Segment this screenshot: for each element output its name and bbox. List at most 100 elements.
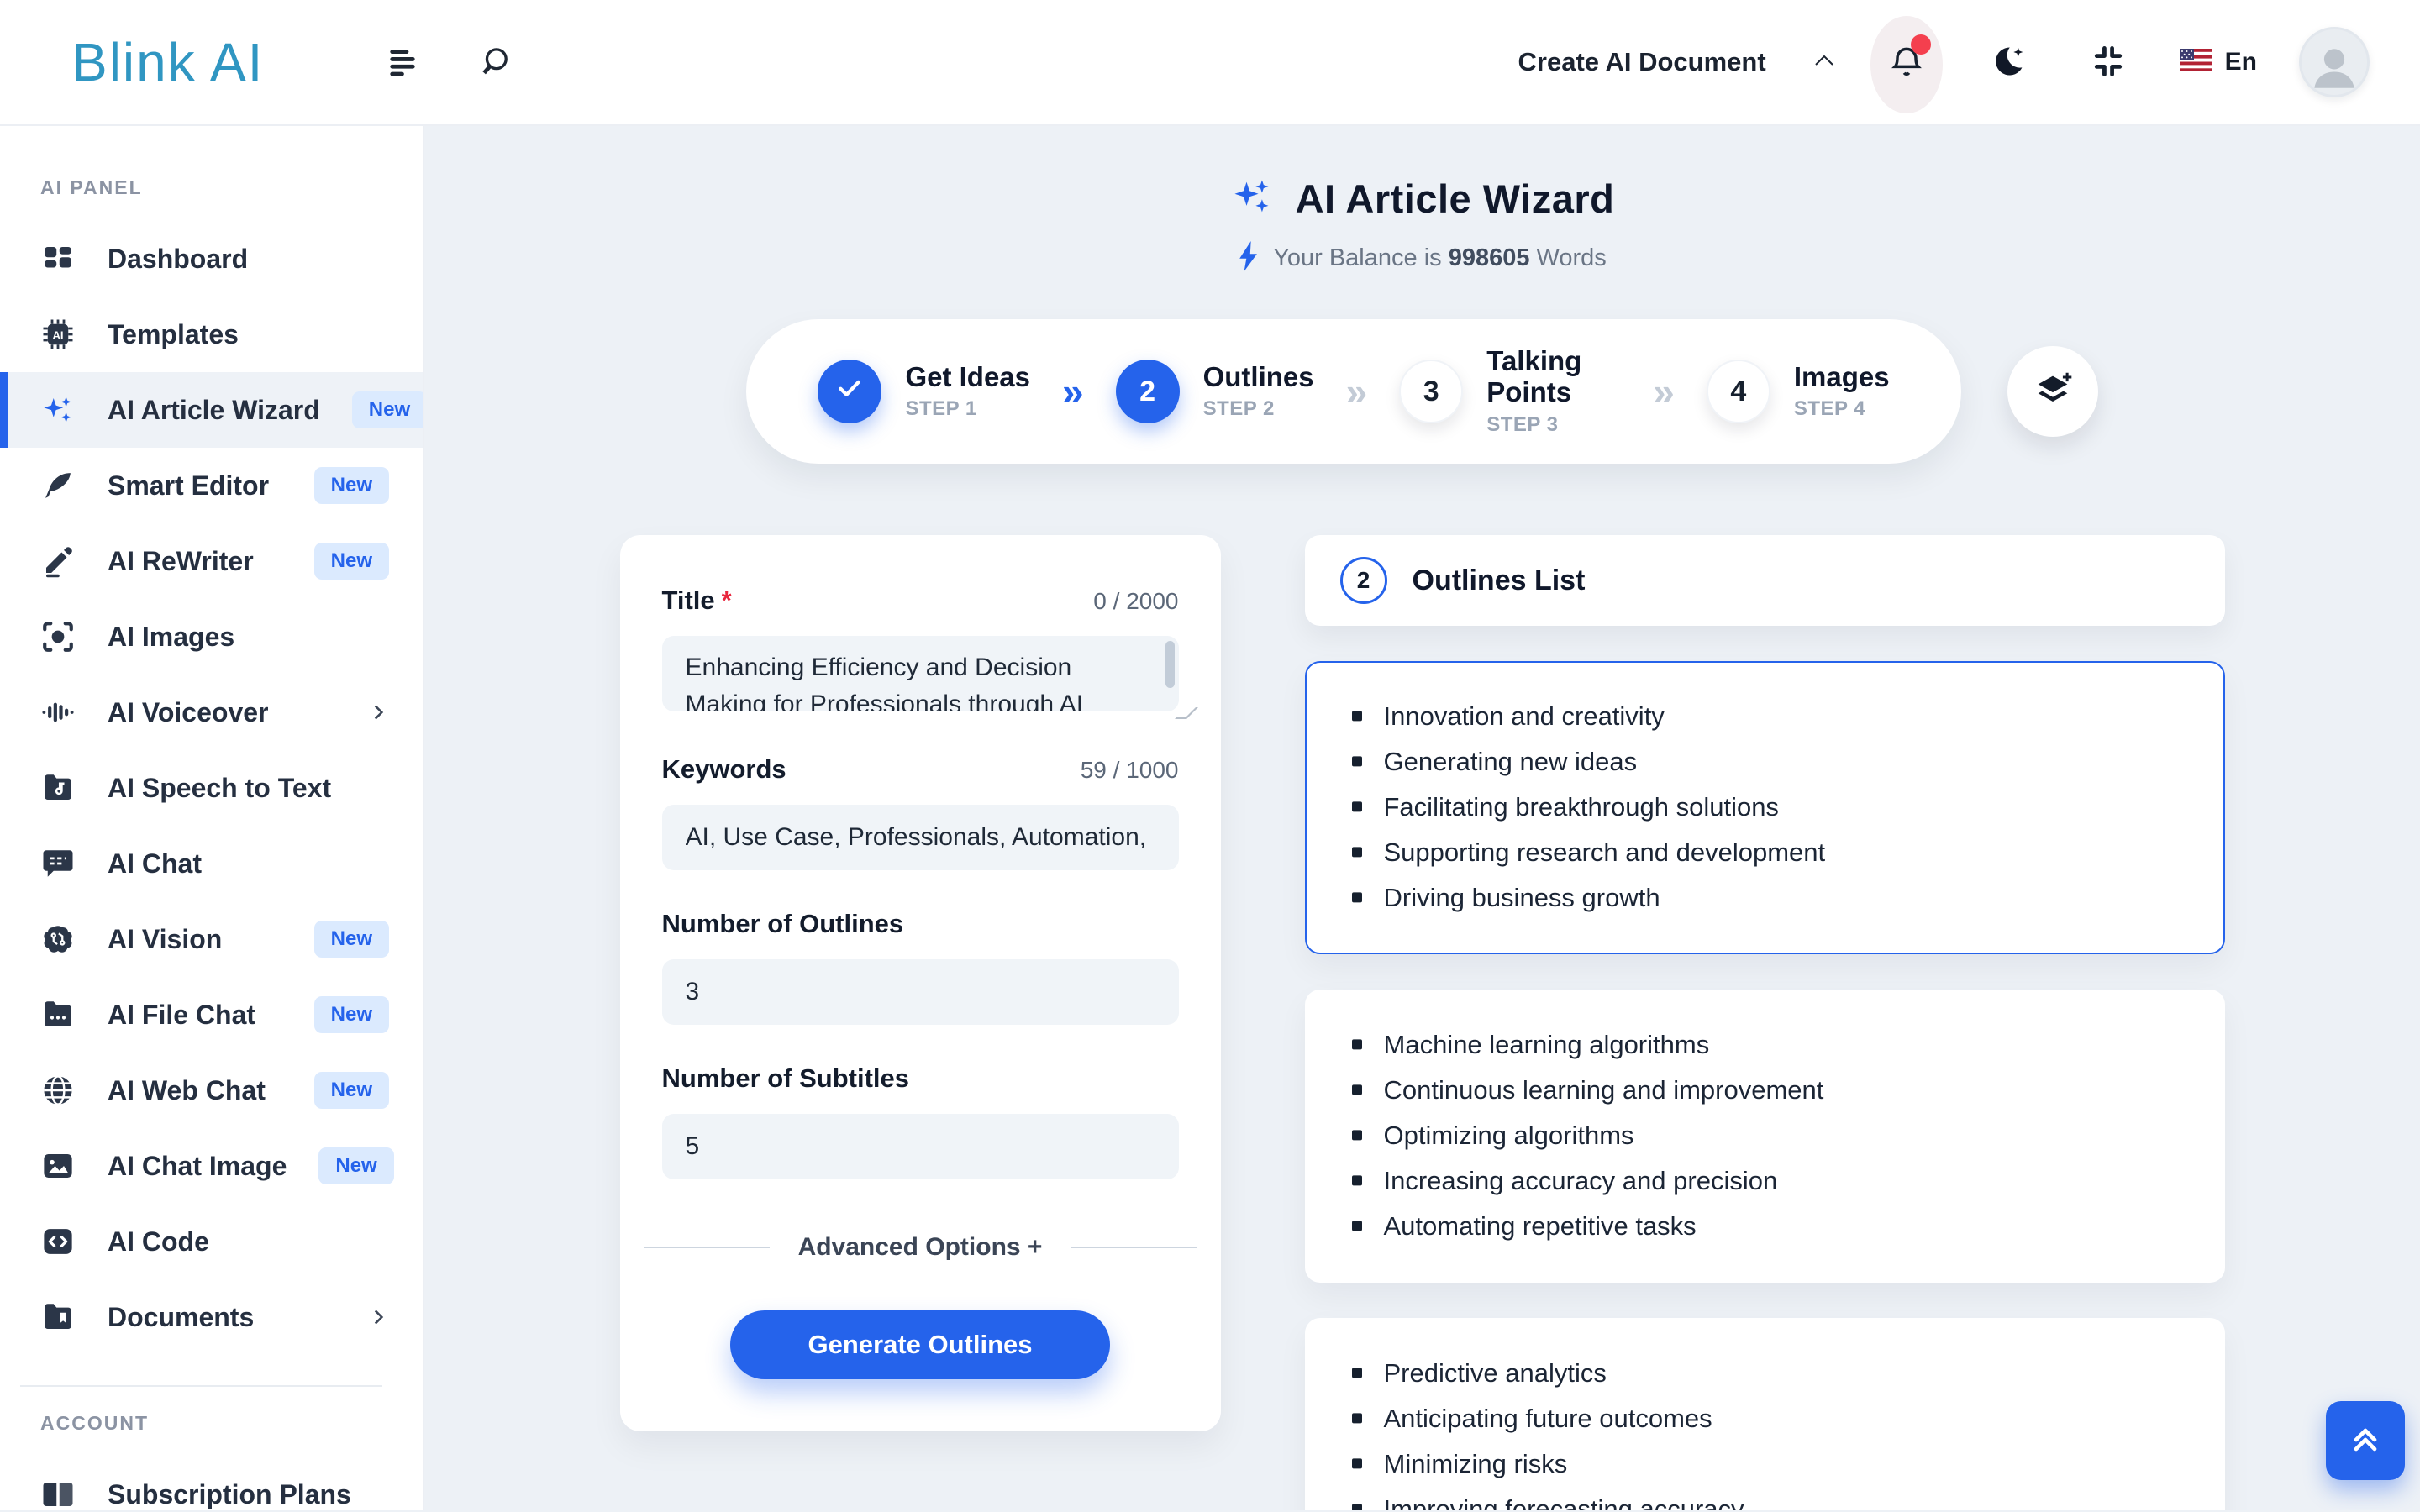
sidebar-item-subscription-plans[interactable]: Subscription Plans bbox=[0, 1457, 423, 1510]
double-chevron-up-icon bbox=[2347, 1421, 2384, 1461]
main-content: AI Article Wizard Your Balance is 998605… bbox=[424, 126, 2420, 1510]
sidebar-item-ai-article-wizard[interactable]: AI Article Wizard New bbox=[0, 372, 423, 448]
new-badge: New bbox=[314, 543, 389, 580]
sidebar-item-ai-vision[interactable]: AI Vision New bbox=[0, 901, 423, 977]
sidebar-item-label: AI Voiceover bbox=[108, 697, 268, 728]
title-counter: 0 / 2000 bbox=[1093, 588, 1178, 615]
sidebar-item-label: AI Vision bbox=[108, 924, 222, 955]
waveform-icon bbox=[40, 695, 76, 730]
number-of-outlines-input[interactable] bbox=[662, 959, 1179, 1025]
outline-list: Innovation and creativity Generating new… bbox=[1349, 703, 2181, 911]
dark-mode-button[interactable] bbox=[1978, 33, 2037, 92]
sidebar-section-ai-panel: AI PANEL bbox=[0, 160, 423, 221]
outline-option-2[interactable]: Machine learning algorithms Continuous l… bbox=[1305, 990, 2225, 1283]
folder-bookmark-icon bbox=[40, 1299, 76, 1335]
step-sub: STEP 4 bbox=[1794, 397, 1890, 421]
moon-icon bbox=[1989, 43, 2026, 82]
sidebar-item-label: AI ReWriter bbox=[108, 546, 254, 577]
sidebar-item-ai-web-chat[interactable]: AI Web Chat New bbox=[0, 1053, 423, 1128]
outline-settings-card: Title* 0 / 2000 Enhancing Efficiency and… bbox=[620, 535, 1221, 1431]
outlines-list-header: 2 Outlines List bbox=[1305, 535, 2225, 626]
search-button[interactable] bbox=[466, 33, 524, 92]
sidebar-item-ai-chat[interactable]: AI Chat bbox=[0, 826, 423, 901]
step-outlines[interactable]: 2 Outlines STEP 2 bbox=[1116, 360, 1314, 423]
sidebar-item-label: Smart Editor bbox=[108, 470, 269, 501]
number-of-outlines-label: Number of Outlines bbox=[662, 909, 904, 939]
new-badge: New bbox=[352, 391, 424, 428]
outlines-list-title: Outlines List bbox=[1413, 564, 1586, 597]
svg-text:AI: AI bbox=[52, 329, 63, 342]
textarea-scrollbar[interactable] bbox=[1165, 641, 1175, 688]
fullscreen-toggle-button[interactable] bbox=[2079, 33, 2138, 92]
language-label: En bbox=[2225, 48, 2257, 76]
outline-option-3[interactable]: Predictive analytics Anticipating future… bbox=[1305, 1318, 2225, 1510]
outline-list: Machine learning algorithms Continuous l… bbox=[1349, 1032, 2181, 1239]
topbar: Blink AI Create AI Document bbox=[0, 0, 2420, 126]
step-sub: STEP 1 bbox=[905, 397, 1030, 421]
language-selector[interactable]: En bbox=[2180, 48, 2257, 76]
new-badge: New bbox=[314, 921, 389, 958]
sidebar-item-documents[interactable]: Documents bbox=[0, 1279, 423, 1355]
sidebar-item-smart-editor[interactable]: Smart Editor New bbox=[0, 448, 423, 523]
keywords-counter: 59 / 1000 bbox=[1081, 757, 1179, 784]
textarea-resize-handle[interactable] bbox=[1175, 707, 1198, 719]
search-icon bbox=[476, 43, 513, 82]
outline-option-1[interactable]: Innovation and creativity Generating new… bbox=[1305, 661, 2225, 954]
compress-icon bbox=[2090, 43, 2127, 82]
sidebar-item-ai-voiceover[interactable]: AI Voiceover bbox=[0, 675, 423, 750]
code-icon bbox=[40, 1224, 76, 1259]
globe-icon bbox=[40, 1073, 76, 1108]
outline-item: Minimizing risks bbox=[1349, 1451, 2181, 1477]
generate-outlines-button[interactable]: Generate Outlines bbox=[730, 1310, 1110, 1379]
sidebar-divider bbox=[20, 1385, 382, 1387]
step-title: Get Ideas bbox=[905, 362, 1030, 393]
balance-text: Your Balance is 998605 Words bbox=[1273, 244, 1607, 272]
new-badge: New bbox=[314, 1072, 389, 1109]
sidebar-item-label: AI Images bbox=[108, 622, 234, 653]
sidebar-item-label: AI Chat Image bbox=[108, 1151, 287, 1182]
create-ai-document-label: Create AI Document bbox=[1518, 47, 1766, 77]
step-1-circle bbox=[818, 360, 881, 423]
keywords-input[interactable] bbox=[662, 805, 1179, 870]
sidebar-item-ai-speech-to-text[interactable]: AI Speech to Text bbox=[0, 750, 423, 826]
brand-logo[interactable]: Blink AI bbox=[71, 31, 264, 93]
new-badge: New bbox=[314, 467, 389, 504]
sidebar-item-ai-code[interactable]: AI Code bbox=[0, 1204, 423, 1279]
title-textarea[interactable]: Enhancing Efficiency and Decision Making… bbox=[662, 636, 1179, 711]
sidebar-toggle-button[interactable] bbox=[373, 33, 432, 92]
step-title: Talking Points bbox=[1486, 346, 1621, 408]
sidebar-item-label: Dashboard bbox=[108, 244, 248, 275]
step-sub: STEP 2 bbox=[1203, 397, 1314, 421]
camera-viewfinder-icon bbox=[40, 619, 76, 654]
sidebar-item-ai-images[interactable]: AI Images bbox=[0, 599, 423, 675]
notifications-button[interactable] bbox=[1877, 33, 1936, 92]
advanced-options-toggle[interactable]: Advanced Options + bbox=[662, 1233, 1179, 1262]
outlines-list-column: 2 Outlines List Innovation and creativit… bbox=[1305, 535, 2225, 1510]
create-ai-document-dropdown[interactable]: Create AI Document bbox=[1518, 47, 1835, 77]
step-separator-icon: » bbox=[1062, 369, 1084, 414]
keywords-label: Keywords bbox=[662, 754, 786, 785]
step-4-circle: 4 bbox=[1707, 360, 1770, 423]
subscription-icon bbox=[40, 1477, 76, 1510]
number-of-subtitles-input[interactable] bbox=[662, 1114, 1179, 1179]
sidebar-item-dashboard[interactable]: Dashboard bbox=[0, 221, 423, 297]
sidebar-item-ai-rewriter[interactable]: AI ReWriter New bbox=[0, 523, 423, 599]
sidebar-item-templates[interactable]: AI Templates bbox=[0, 297, 423, 372]
scroll-to-top-button[interactable] bbox=[2326, 1401, 2405, 1480]
outline-item: Increasing accuracy and precision bbox=[1349, 1168, 2181, 1194]
sidebar-item-ai-file-chat[interactable]: AI File Chat New bbox=[0, 977, 423, 1053]
new-badge: New bbox=[314, 996, 389, 1033]
step-talking-points[interactable]: 3 Talking Points STEP 3 bbox=[1399, 346, 1621, 437]
sidebar-item-ai-chat-image[interactable]: AI Chat Image New bbox=[0, 1128, 423, 1204]
dashboard-icon bbox=[40, 241, 76, 276]
saved-outlines-button[interactable] bbox=[2007, 346, 2098, 437]
notification-badge-dot bbox=[1911, 34, 1931, 55]
step-images[interactable]: 4 Images STEP 4 bbox=[1707, 360, 1890, 423]
ai-chip-icon: AI bbox=[40, 317, 76, 352]
sidebar-item-label: AI Chat bbox=[108, 848, 202, 879]
avatar[interactable] bbox=[2299, 27, 2370, 97]
page-title: AI Article Wizard bbox=[1296, 176, 1615, 222]
sidebar-section-account: ACCOUNT bbox=[0, 1395, 423, 1457]
step-get-ideas[interactable]: Get Ideas STEP 1 bbox=[818, 360, 1030, 423]
step-sub: STEP 3 bbox=[1486, 413, 1621, 437]
